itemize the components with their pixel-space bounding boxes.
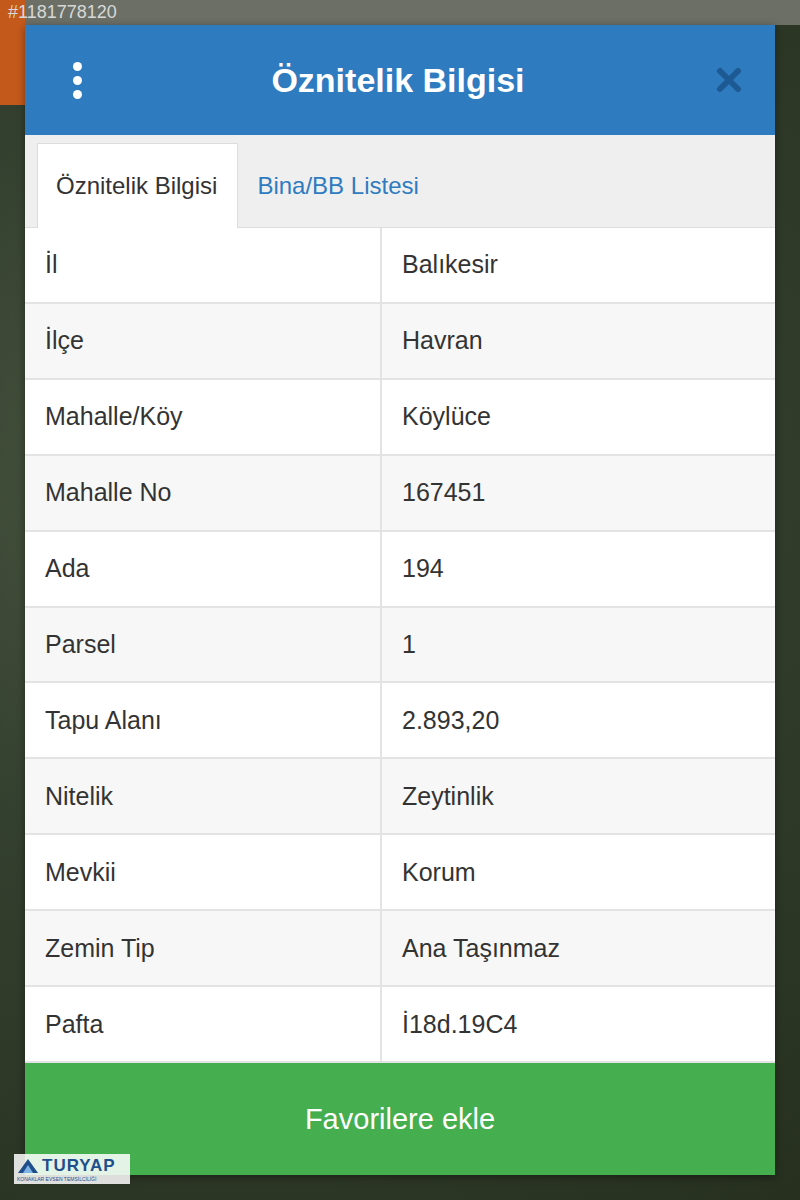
dialog-title: Öznitelik Bilgisi [83, 61, 713, 100]
row-value: Balıkesir [382, 228, 775, 302]
favorite-button[interactable]: Favorilere ekle [25, 1063, 775, 1175]
close-button[interactable] [713, 64, 745, 96]
row-value: Köylüce [382, 380, 775, 454]
table-row: MevkiiKorum [25, 835, 775, 911]
tab-bar: Öznitelik BilgisiBina/BB Listesi [25, 135, 775, 228]
listing-id: #1181778120 [8, 2, 117, 23]
row-value: 1 [382, 608, 775, 682]
close-icon[interactable] [715, 66, 743, 94]
table-row: Parsel1 [25, 608, 775, 684]
table-row: Ada194 [25, 532, 775, 608]
table-row: Mahalle/KöyKöylüce [25, 380, 775, 456]
dialog-header: Öznitelik Bilgisi [25, 25, 775, 135]
tab[interactable]: Bina/BB Listesi [238, 143, 439, 228]
row-label: Parsel [25, 608, 382, 682]
logo: TURYAPKONAKLAR EVSEN TEMSİLCİLİĞİ [14, 1154, 130, 1184]
logo-icon [17, 1157, 39, 1175]
row-label: İlçe [25, 304, 382, 378]
row-value: Havran [382, 304, 775, 378]
row-label: Mahalle/Köy [25, 380, 382, 454]
row-value: İ18d.19C4 [382, 987, 775, 1061]
table-row: Tapu Alanı2.893,20 [25, 683, 775, 759]
row-label: İl [25, 228, 382, 302]
row-value: 2.893,20 [382, 683, 775, 757]
row-value: Zeytinlik [382, 759, 775, 833]
table-row: Paftaİ18d.19C4 [25, 987, 775, 1063]
tab[interactable]: Öznitelik Bilgisi [37, 143, 238, 228]
logo-name: TURYAP [42, 1156, 116, 1176]
more-icon[interactable] [71, 62, 83, 99]
row-value: 167451 [382, 456, 775, 530]
attribute-dialog: Öznitelik BilgisiÖznitelik BilgisiBina/B… [25, 25, 775, 1175]
table-row: Mahalle No167451 [25, 456, 775, 532]
row-label: Pafta [25, 987, 382, 1061]
logo-tagline: KONAKLAR EVSEN TEMSİLCİLİĞİ [17, 1176, 127, 1182]
row-label: Ada [25, 532, 382, 606]
row-label: Nitelik [25, 759, 382, 833]
page: #1181778120Öznitelik BilgisiÖznitelik Bi… [0, 0, 800, 1200]
row-label: Zemin Tip [25, 911, 382, 985]
table-row: Zemin TipAna Taşınmaz [25, 911, 775, 987]
row-value: 194 [382, 532, 775, 606]
table-row: İlBalıkesir [25, 228, 775, 304]
top-strip [0, 0, 800, 25]
row-label: Mahalle No [25, 456, 382, 530]
row-label: Mevkii [25, 835, 382, 909]
row-value: Ana Taşınmaz [382, 911, 775, 985]
row-value: Korum [382, 835, 775, 909]
table-row: NitelikZeytinlik [25, 759, 775, 835]
attribute-table: İlBalıkesirİlçeHavranMahalle/KöyKöylüceM… [25, 228, 775, 1063]
row-label: Tapu Alanı [25, 683, 382, 757]
table-row: İlçeHavran [25, 304, 775, 380]
